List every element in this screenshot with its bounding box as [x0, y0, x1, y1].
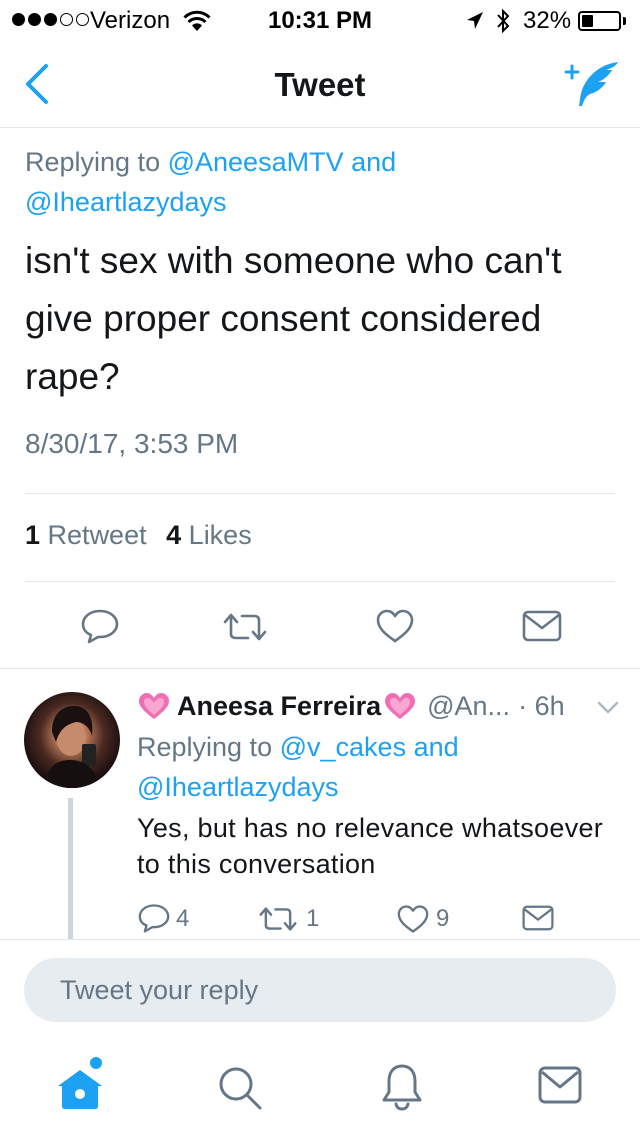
likes-stat[interactable]: 4 Likes	[166, 520, 252, 550]
reply-icon[interactable]	[80, 608, 120, 644]
replying-to-line: Replying to @AneesaMTV and @Iheartlazyda…	[25, 142, 615, 222]
tab-bar	[0, 1040, 640, 1136]
location-arrow-icon	[467, 12, 483, 29]
search-icon[interactable]	[216, 1064, 264, 1112]
navigation-bar: Tweet	[0, 40, 640, 128]
divider	[25, 493, 615, 494]
retweet-icon[interactable]	[258, 906, 298, 932]
like-count: 4	[166, 520, 182, 550]
reply-count: 4	[176, 905, 190, 932]
home-icon[interactable]	[52, 1056, 108, 1114]
likes-label: Likes	[188, 520, 252, 550]
tweet-stats: 1 Retweet 4 Likes	[25, 520, 252, 551]
reply-replying-to-line: Replying to @v_cakes and @Iheartlazydays	[137, 727, 459, 807]
replying-and: and	[351, 147, 397, 177]
reply-time: · 6h	[518, 690, 565, 721]
retweet-stat[interactable]: 1 Retweet	[25, 520, 147, 550]
replying-prefix: Replying to	[137, 732, 273, 762]
messages-envelope-icon[interactable]	[538, 1066, 582, 1104]
section-divider	[0, 668, 640, 669]
share-envelope-icon[interactable]	[522, 610, 562, 642]
tweet-actions	[0, 598, 640, 654]
bluetooth-icon	[497, 8, 510, 34]
reply-actions	[0, 900, 640, 940]
retweet-label: Retweet	[47, 520, 147, 550]
divider	[25, 581, 615, 582]
reply-author-handle[interactable]: @An...	[427, 691, 510, 722]
like-heart-icon[interactable]	[375, 608, 415, 644]
sparkling-heart-icon	[139, 693, 169, 719]
retweet-count: 1	[306, 905, 320, 932]
mention-link[interactable]: @v_cakes	[280, 732, 406, 762]
compose-tweet-icon[interactable]	[562, 60, 620, 110]
section-divider	[0, 939, 640, 940]
retweet-icon[interactable]	[222, 612, 268, 642]
notifications-bell-icon[interactable]	[380, 1062, 424, 1112]
sparkling-heart-icon	[385, 693, 416, 719]
compose-placeholder: Tweet your reply	[60, 975, 259, 1005]
reply-text: Yes, but has no relevance whatsoever to …	[137, 813, 604, 879]
mention-link[interactable]: @Iheartlazydays	[137, 772, 339, 802]
mention-link[interactable]: @AneesaMTV	[168, 147, 344, 177]
replying-and: and	[413, 732, 459, 762]
retweet-count: 1	[25, 520, 41, 550]
reply-author-name[interactable]: Aneesa Ferreira	[177, 691, 381, 722]
battery-icon	[578, 11, 621, 31]
battery-level	[582, 15, 593, 27]
reply-icon[interactable]	[137, 903, 171, 933]
avatar[interactable]	[24, 692, 120, 788]
like-count: 9	[436, 905, 450, 932]
page-title: Tweet	[274, 66, 366, 103]
battery-percent: 32%	[523, 7, 572, 34]
tweet-text: isn't sex with someone who can't give pr…	[25, 240, 562, 397]
chevron-down-icon[interactable]	[596, 700, 620, 716]
reply-compose-input[interactable]: Tweet your reply	[24, 958, 616, 1022]
replying-prefix: Replying to	[25, 147, 161, 177]
tweet-timestamp: 8/30/17, 3:53 PM	[25, 428, 239, 459]
mention-link[interactable]: @Iheartlazydays	[25, 187, 227, 217]
reply-header: Aneesa Ferreira @An... · 6h	[137, 686, 627, 726]
like-heart-icon[interactable]	[396, 904, 430, 934]
status-bar: Verizon 10:31 PM 32%	[0, 0, 640, 40]
share-envelope-icon[interactable]	[522, 905, 554, 931]
avatar-photo	[44, 706, 100, 788]
battery-tip	[623, 17, 626, 25]
